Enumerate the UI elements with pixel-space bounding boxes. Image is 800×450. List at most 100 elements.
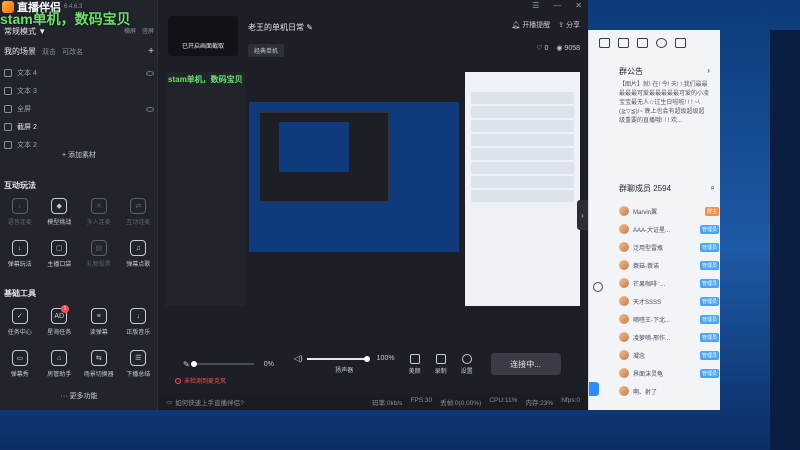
checklist-icon: ✓ bbox=[11, 308, 28, 324]
stream-reminder-button[interactable]: 🔔︎ 开播提醒 bbox=[511, 20, 550, 30]
group-notice-body: 【图片】就! 在! 今! 天! ! 我们最最最最最可爱最最最最最可爱的小凌宝宝最… bbox=[619, 82, 710, 124]
preview-row bbox=[471, 134, 574, 146]
avatar bbox=[619, 296, 629, 306]
voice-link-button[interactable]: ♪ 语音连麦 bbox=[0, 198, 40, 240]
source-item[interactable]: 文本 3 bbox=[4, 82, 154, 100]
avatar bbox=[619, 386, 629, 396]
list-item[interactable]: 凌萝嘀-邢作... 管理员 bbox=[619, 328, 719, 346]
category-tag[interactable]: 经典单机 bbox=[248, 44, 285, 57]
add-icon[interactable] bbox=[656, 38, 667, 48]
stream-summary-button[interactable]: ☰ 下播总结 bbox=[119, 350, 159, 392]
folder-icon[interactable] bbox=[599, 38, 610, 48]
source-label: 文本 2 bbox=[17, 142, 37, 149]
anchor-pocket-button[interactable]: ▢ 主播口袋 bbox=[40, 240, 80, 282]
speaker-icon[interactable]: ◁) bbox=[294, 354, 303, 363]
tab-rename[interactable]: 可改名 bbox=[62, 47, 83, 57]
more-features-button[interactable]: ··· 更多功能 bbox=[0, 391, 158, 401]
list-item[interactable]: 天才SSSS 管理员 bbox=[619, 292, 719, 310]
room-title[interactable]: 老王的单机日常 ✎ bbox=[248, 22, 313, 33]
eye-icon[interactable] bbox=[146, 106, 154, 112]
record-button[interactable]: 录制 bbox=[435, 353, 447, 375]
stream-cover[interactable]: 已开启画面截取 bbox=[168, 16, 238, 56]
chat-side-tab[interactable] bbox=[589, 382, 599, 396]
song-request-button[interactable]: ♫ 弹幕点歌 bbox=[119, 240, 159, 282]
multi-link-button[interactable]: ✕ 多人连麦 bbox=[79, 198, 119, 240]
preview-nested-chat bbox=[465, 72, 580, 306]
eye-icon[interactable] bbox=[146, 70, 154, 76]
list-item[interactable]: 芒果咖啡⁻... 管理员 bbox=[619, 274, 719, 292]
list-item[interactable]: AAA-大证星... 管理员 bbox=[619, 220, 719, 238]
link-icon: ⇄ bbox=[130, 198, 147, 214]
role-badge: 管理员 bbox=[699, 224, 719, 234]
clock-icon[interactable] bbox=[593, 282, 603, 292]
role-badge: 管理员 bbox=[699, 350, 719, 360]
orientation-portrait[interactable]: 竖屏 bbox=[142, 26, 154, 37]
speaker-slider-knob[interactable] bbox=[363, 355, 370, 362]
apps-icon[interactable] bbox=[637, 38, 648, 48]
close-icon[interactable]: ✕ bbox=[575, 1, 582, 10]
mic-slider-knob[interactable] bbox=[190, 361, 197, 367]
source-item[interactable]: 文本 4 bbox=[4, 64, 154, 82]
read-danmaku-button[interactable]: ≡ 读弹幕 bbox=[79, 308, 119, 350]
desktop-edge bbox=[770, 30, 800, 450]
speaker-slider[interactable] bbox=[306, 355, 370, 362]
share-button[interactable]: ⇪ 分享 bbox=[558, 20, 580, 30]
stream-stats: 码率:0kb/s FPS:30 丢帧:0(0.00%) CPU:11% 内存:2… bbox=[372, 397, 580, 407]
connect-button[interactable]: 连接中... bbox=[490, 353, 561, 375]
list-item[interactable]: 凝念 管理员 bbox=[619, 346, 719, 364]
stream-preview[interactable] bbox=[165, 72, 580, 306]
list-item[interactable]: 界面沫灵龟 管理员 bbox=[619, 364, 719, 382]
more-icon[interactable] bbox=[675, 38, 686, 48]
switch-icon: ⇆ bbox=[90, 350, 107, 366]
screen-share-icon[interactable] bbox=[618, 38, 629, 48]
settings-button[interactable]: 设置 bbox=[461, 353, 473, 375]
tab-my-scenes[interactable]: 我的场景 bbox=[4, 46, 36, 57]
gear-icon bbox=[461, 353, 472, 364]
group-notice-header[interactable]: 群公告 › bbox=[589, 66, 720, 77]
mic-warning: 未检测到麦克风 bbox=[175, 376, 226, 385]
beauty-button[interactable]: 美颜 bbox=[409, 353, 421, 375]
expand-panel-button[interactable]: › bbox=[577, 200, 588, 230]
viewer-count: ◉ 9058 bbox=[556, 45, 580, 52]
list-item[interactable]: Marvin翼 群主 bbox=[619, 202, 719, 220]
memory-usage: 内存:23% bbox=[525, 399, 554, 407]
danmaku-play-button[interactable]: ↓ 弹幕玩法 bbox=[0, 240, 40, 282]
minimize-icon[interactable]: — bbox=[553, 1, 561, 10]
star-task-button[interactable]: AD 1 星海任务 bbox=[40, 305, 80, 350]
avatar bbox=[619, 278, 629, 288]
role-badge: 管理员 bbox=[699, 242, 719, 252]
menu-icon[interactable]: ☰ bbox=[532, 1, 539, 10]
edit-icon[interactable]: ✎ bbox=[306, 23, 313, 32]
chevron-right-icon: › bbox=[707, 66, 710, 75]
mic-slider[interactable] bbox=[190, 361, 254, 367]
list-item[interactable]: 嘀嗒王-下北... 管理员 bbox=[619, 310, 719, 328]
room-manager-button[interactable]: ⌂ 房管助手 bbox=[40, 350, 80, 392]
scene-tabs: 我的场景 双击 可改名 + bbox=[4, 46, 154, 57]
add-material-button[interactable]: + 添加素材 bbox=[0, 150, 158, 160]
list-item[interactable]: 蓑菇-蓑诺 管理员 bbox=[619, 256, 719, 274]
gift-vote-button[interactable]: ▤ 礼物投票 bbox=[79, 240, 119, 282]
help-link[interactable]: ▭ 如何快速上手直播伴侣? bbox=[166, 397, 244, 407]
orientation-landscape[interactable]: 横屏 bbox=[124, 26, 136, 37]
search-icon[interactable]: ⌕ bbox=[711, 183, 715, 194]
add-scene-button[interactable]: + bbox=[148, 46, 154, 57]
tab-double-click[interactable]: 双击 bbox=[42, 47, 56, 57]
source-item[interactable]: 截屏 2 bbox=[4, 118, 154, 136]
mic-muted-icon[interactable]: ✎ bbox=[183, 360, 190, 369]
source-label: 全屏 bbox=[17, 106, 31, 113]
list-item[interactable]: 泛用型雷瓶 管理员 bbox=[619, 238, 719, 256]
task-center-button[interactable]: ✓ 任务中心 bbox=[0, 308, 40, 350]
danmaku-icon: ▭ bbox=[11, 350, 28, 366]
warning-icon bbox=[175, 377, 181, 384]
mode-dropdown[interactable]: 常规模式 ▼ bbox=[4, 26, 46, 37]
scene-switcher-button[interactable]: ⇆ 场景切换器 bbox=[79, 350, 119, 392]
source-item[interactable]: 全屏 bbox=[4, 100, 154, 118]
interactive-link-button[interactable]: ⇄ 互动连麦 bbox=[119, 198, 159, 240]
beauty-icon bbox=[409, 353, 420, 364]
danmaku-show-button[interactable]: ▭ 弹幕秀 bbox=[0, 350, 40, 392]
avatar bbox=[619, 368, 629, 378]
music-button[interactable]: ↓ 正版音乐 bbox=[119, 308, 159, 350]
model-challenge-button[interactable]: ◆ 模型挑战 bbox=[40, 198, 80, 240]
list-item[interactable]: 啊、射了 bbox=[619, 382, 719, 400]
preview-row bbox=[471, 120, 574, 132]
